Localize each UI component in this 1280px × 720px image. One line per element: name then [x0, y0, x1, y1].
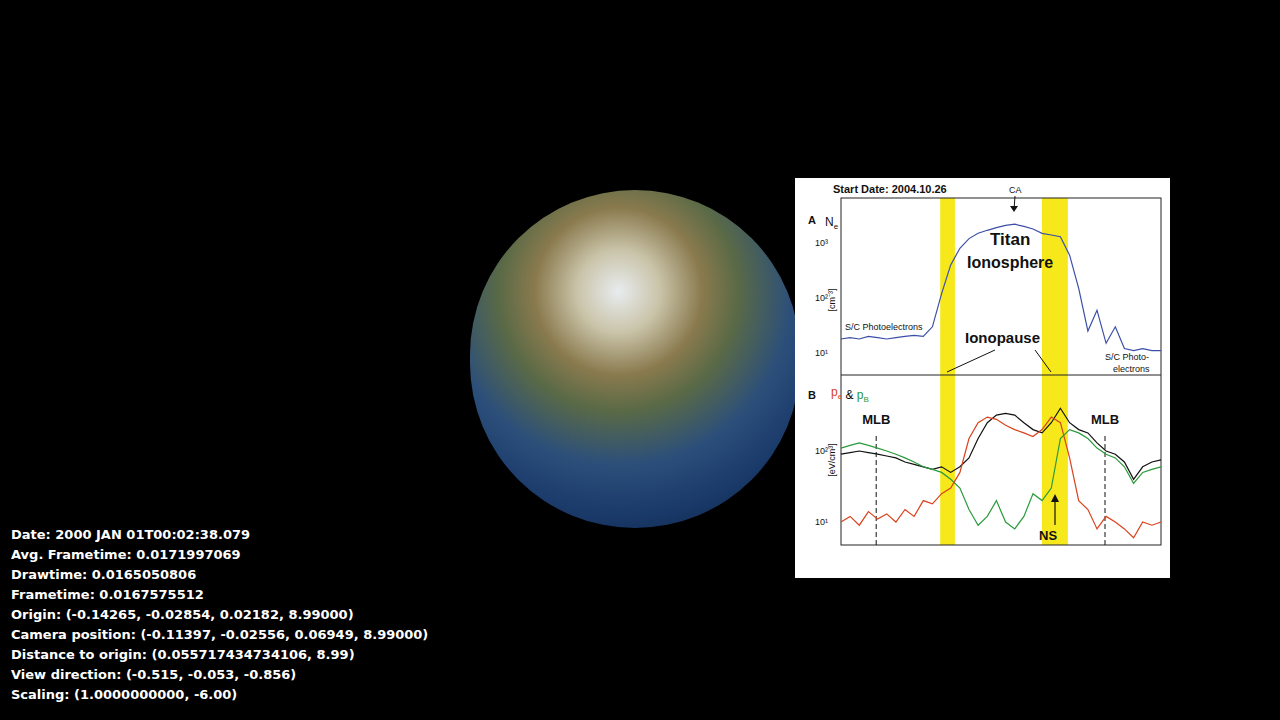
ionopause-band: [1042, 198, 1068, 545]
panel-b-label: B: [808, 389, 816, 401]
overlay-line: View direction: (-0.515, -0.053, -0.856): [11, 665, 428, 685]
overlay-line: Camera position: (-0.11397, -0.02556, 0.…: [11, 625, 428, 645]
plot-frame: [841, 198, 1161, 545]
panel-divider: [841, 375, 1161, 376]
overlay-line: Drawtime: 0.0165050806: [11, 565, 428, 585]
ionopause-arrow: [1035, 350, 1051, 372]
overlay-line: Scaling: (1.0000000000, -6.00): [11, 685, 428, 705]
tick-label: 10¹: [815, 517, 828, 527]
pressure-line: [841, 430, 1161, 529]
svg-text:MLB: MLB: [862, 412, 890, 427]
titan-label: Titan: [990, 230, 1030, 249]
photoelectrons-right: S/C Photo-: [1105, 352, 1149, 362]
pressure-line: [841, 408, 1161, 479]
overlay-line: Origin: (-0.14265, -0.02854, 0.02182, 8.…: [11, 605, 428, 625]
ns-label: NS: [1039, 528, 1057, 543]
overlay-line: Distance to origin: (0.055717434734106, …: [11, 645, 428, 665]
pressure-line: [841, 417, 1161, 538]
panel-b-quantity: pe & pB: [831, 385, 869, 404]
tick-label: 10¹: [815, 348, 828, 358]
ne-line: [841, 224, 1161, 351]
ionopause-label: Ionopause: [965, 329, 1040, 346]
ca-arrowhead: [1010, 206, 1018, 212]
photoelectrons-right: electrons: [1113, 364, 1150, 374]
ns-arrow: [1054, 498, 1055, 525]
photoelectrons-left: S/C Photoelectrons: [845, 322, 923, 332]
panel-a-unit: [cm⁻³]: [827, 289, 837, 312]
ionopause-arrow: [947, 350, 995, 372]
earth-globe: [470, 190, 800, 528]
info-overlay: Date: 2000 JAN 01T00:02:38.079Avg. Frame…: [11, 525, 428, 705]
tick-label: 10³: [815, 238, 828, 248]
panel-a-quantity: Ne: [825, 215, 839, 231]
ionosphere-label: Ionosphere: [967, 254, 1053, 271]
chart: Start Date: 2004.10.26 A Ne [cm⁻³] 10³ 10² 10¹…: [795, 178, 1170, 578]
overlay-line: Date: 2000 JAN 01T00:02:38.079: [11, 525, 428, 545]
svg-text:MLB: MLB: [1091, 412, 1119, 427]
mlb-boundary: MLB: [862, 412, 890, 545]
ca-label: CA: [1009, 185, 1022, 195]
panel-a-label: A: [808, 214, 816, 226]
overlay-line: Avg. Frametime: 0.0171997069: [11, 545, 428, 565]
tick-label: 10²: [815, 446, 828, 456]
tick-label: 10²: [815, 293, 828, 303]
chart-panel: Start Date: 2004.10.26 A Ne [cm⁻³] 10³ 10² 10¹…: [795, 178, 1170, 578]
overlay-line: Frametime: 0.0167575512: [11, 585, 428, 605]
ns-arrowhead: [1051, 494, 1059, 502]
viewport[interactable]: Start Date: 2004.10.26 A Ne [cm⁻³] 10³ 10² 10¹…: [0, 0, 1280, 720]
panel-b-unit: [eV/cm³]: [827, 443, 837, 477]
start-date: Start Date: 2004.10.26: [833, 183, 947, 195]
